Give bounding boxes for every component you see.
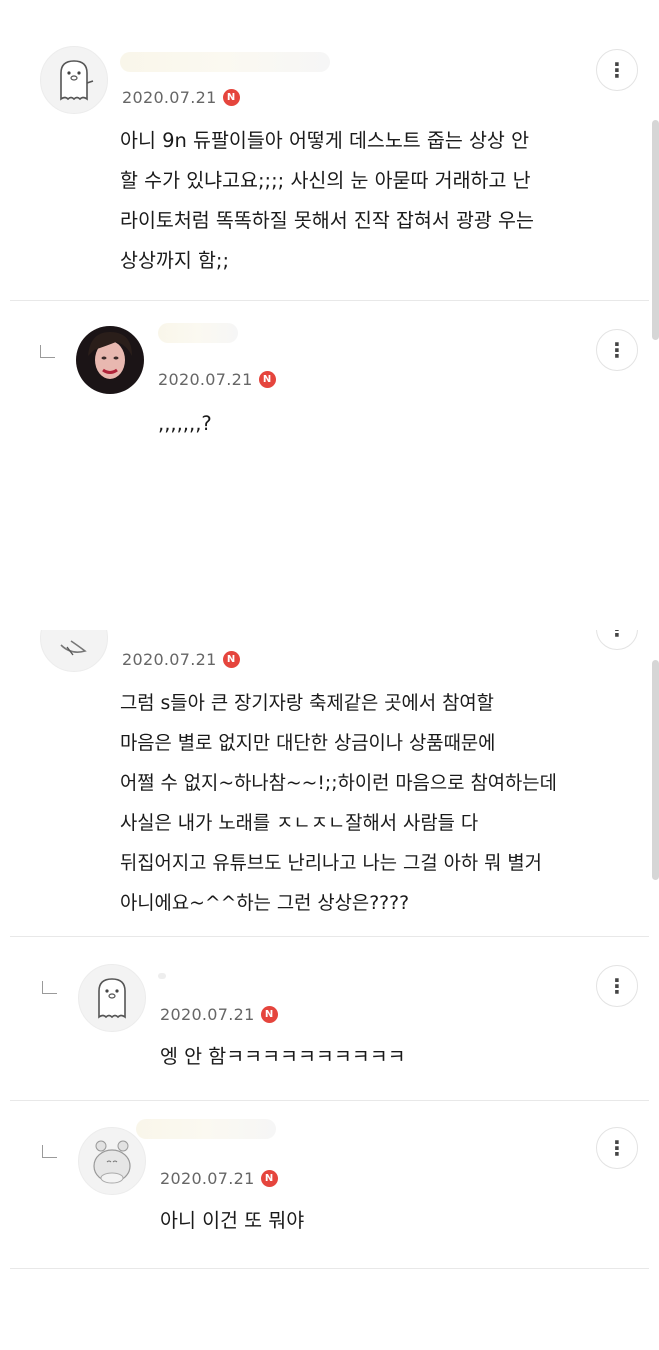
comment-item: 2020.07.21 N 아니 9n 듀팔이들아 어떻게 데스노트 줍는 상상 … [0, 0, 659, 300]
more-options-button[interactable]: ⋮ [596, 329, 638, 371]
comment-item: 2020.07.21 N 그럼 s들아 큰 장기자랑 축제같은 곳에서 참여할 … [0, 630, 659, 936]
more-options-button[interactable]: ⋮ [596, 1127, 638, 1169]
more-vertical-icon: ⋮ [607, 1136, 627, 1160]
more-options-button[interactable]: ⋮ [596, 965, 638, 1007]
reply-comment-item: 2020.07.21 N 아니 이건 또 뭐야 ⋮ [0, 1101, 659, 1271]
comment-date: 2020.07.21 [160, 1005, 255, 1024]
more-vertical-icon: ⋮ [607, 338, 627, 362]
more-vertical-icon: ⋮ [607, 58, 627, 82]
reply-arrow-icon [42, 981, 57, 994]
comment-date: 2020.07.21 [122, 88, 217, 107]
user-avatar[interactable] [78, 964, 146, 1032]
comment-text: ,,,,,,,? [158, 412, 212, 435]
comment-date: 2020.07.21 [122, 650, 217, 669]
scrollbar-thumb[interactable] [652, 120, 659, 340]
new-badge: N [258, 371, 276, 388]
reply-comment-item: 2020.07.21 N 엥 안 함ㅋㅋㅋㅋㅋㅋㅋㅋㅋㅋ ⋮ [0, 937, 659, 1100]
reply-comment-item: 2020.07.21 N ,,,,,,,? ⋮ [0, 301, 659, 601]
blurred-nickname[interactable] [136, 1119, 276, 1139]
comment-meta: 2020.07.21 N [160, 1169, 278, 1188]
blurred-nickname[interactable] [158, 973, 166, 979]
scrollbar-thumb[interactable] [652, 660, 659, 880]
reply-arrow-icon [42, 1145, 57, 1158]
new-badge: N [222, 89, 240, 106]
blurred-nickname[interactable] [158, 323, 238, 343]
photo-avatar [76, 326, 144, 394]
cropped-avatar [60, 640, 87, 656]
more-options-button[interactable]: ⋮ [596, 630, 638, 650]
comment-text: 아니 이건 또 뭐야 [160, 1209, 305, 1232]
comment-text: 엥 안 함ㅋㅋㅋㅋㅋㅋㅋㅋㅋㅋ [160, 1045, 406, 1068]
new-badge: N [260, 1006, 278, 1023]
comment-meta: 2020.07.21 N [122, 650, 240, 669]
comment-meta: 2020.07.21 N [158, 370, 276, 389]
comment-meta: 2020.07.21 N [122, 88, 240, 107]
user-avatar[interactable] [78, 1127, 146, 1195]
user-avatar[interactable] [40, 630, 108, 672]
comment-text: 그럼 s들아 큰 장기자랑 축제같은 곳에서 참여할 마음은 별로 없지만 대단… [120, 693, 557, 914]
hamster-avatar-icon [93, 1140, 131, 1184]
ghost-avatar-icon [98, 978, 126, 1019]
user-avatar[interactable] [40, 46, 108, 114]
more-vertical-icon: ⋮ [607, 974, 627, 998]
comment-divider [10, 1268, 649, 1269]
comment-date: 2020.07.21 [160, 1169, 255, 1188]
new-badge: N [260, 1170, 278, 1187]
more-vertical-icon: ⋮ [607, 630, 627, 641]
ghost-avatar-icon [60, 60, 94, 101]
user-avatar[interactable] [76, 326, 144, 394]
comment-date: 2020.07.21 [158, 370, 253, 389]
new-badge: N [222, 651, 240, 668]
blurred-nickname[interactable] [120, 52, 330, 72]
comment-meta: 2020.07.21 N [160, 1005, 278, 1024]
more-options-button[interactable]: ⋮ [596, 49, 638, 91]
reply-arrow-icon [40, 345, 55, 358]
comment-text: 아니 9n 듀팔이들아 어떻게 데스노트 줍는 상상 안 할 수가 있냐고요;;… [120, 129, 534, 272]
